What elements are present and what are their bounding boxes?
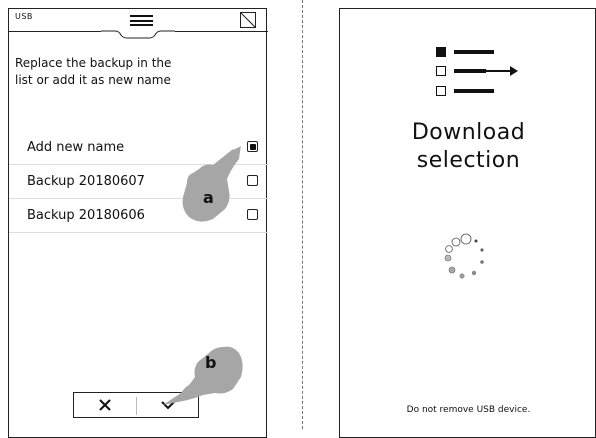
instruction-line-2: list or add it as new name <box>15 73 171 87</box>
close-icon[interactable] <box>240 12 256 28</box>
cancel-button[interactable] <box>74 393 136 417</box>
panel-divider <box>302 0 303 429</box>
header-line-right <box>175 31 268 32</box>
instruction-line-1: Replace the backup in the <box>15 56 172 70</box>
pointing-hand-icon-a <box>182 144 242 222</box>
title-line-2: selection <box>416 148 521 173</box>
x-icon <box>99 399 111 411</box>
loading-spinner <box>444 233 484 279</box>
header-line-left <box>9 31 101 32</box>
annotation-a: a <box>203 188 214 207</box>
annotation-b: b <box>205 353 217 372</box>
list-item-label: Backup 20180607 <box>27 174 145 189</box>
download-title: Download selection <box>340 119 596 175</box>
footer-warning: Do not remove USB device. <box>406 405 531 415</box>
title-line-1: Download <box>411 120 526 145</box>
list-item-label: Add new name <box>27 140 125 155</box>
list-item-label: Backup 20180606 <box>27 208 145 223</box>
pointing-hand-icon-b <box>163 346 243 405</box>
backup-selection-screen: USB Replace the backup in the list or ad… <box>8 8 268 438</box>
usb-label: USB <box>15 12 33 21</box>
download-selection-screen: Download selection Do not remove USB dev… <box>339 8 596 438</box>
instruction-text: Replace the backup in the list or add it… <box>15 55 215 89</box>
download-selection-icon <box>436 47 518 96</box>
menu-icon[interactable] <box>130 15 153 26</box>
